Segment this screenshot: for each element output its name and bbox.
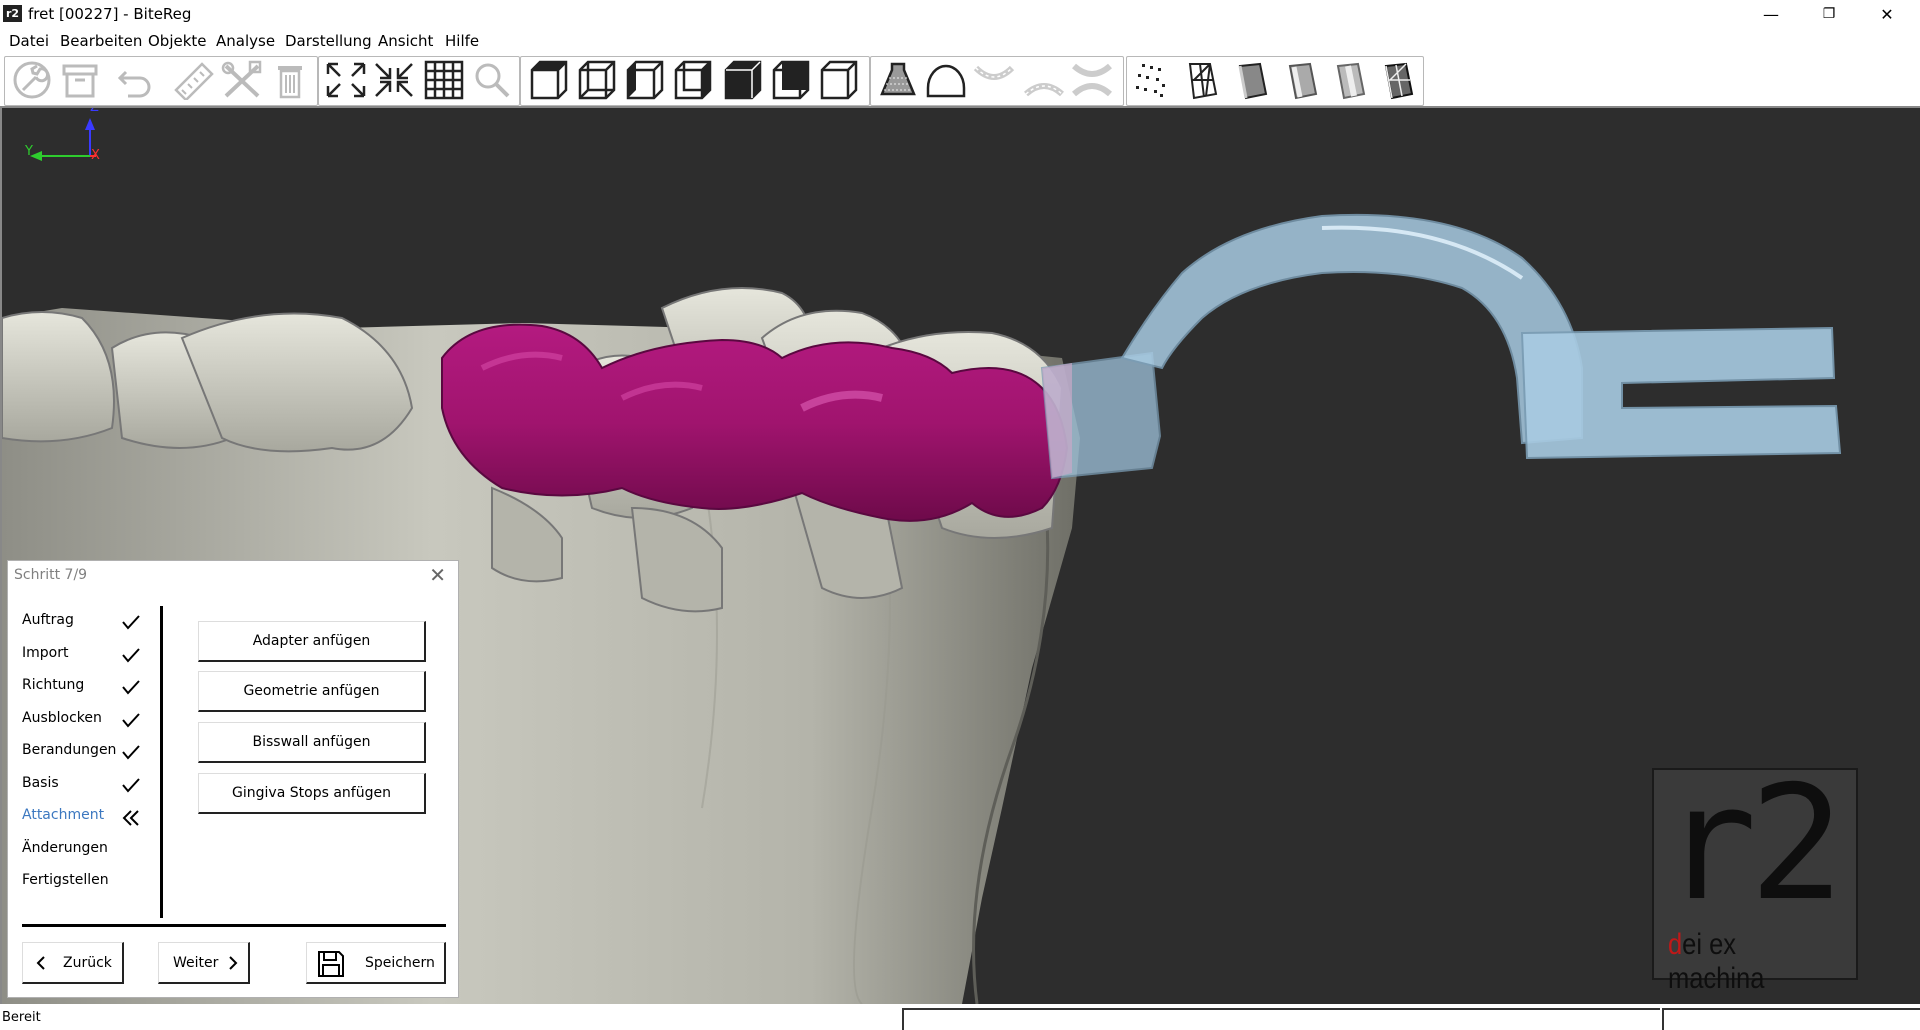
wrench-icon[interactable] — [10, 60, 54, 100]
menu-analyse[interactable]: Analyse — [216, 32, 275, 50]
axis-x-label: X — [91, 148, 100, 163]
grid-icon[interactable] — [422, 60, 466, 100]
view-top-icon[interactable] — [720, 60, 764, 100]
menu-bar: Datei Bearbeiten Objekte Analyse Darstel… — [0, 29, 1920, 54]
check-icon — [122, 745, 140, 760]
wizard-divider-vertical — [160, 606, 163, 918]
undo-icon[interactable] — [114, 60, 158, 100]
minimize-button[interactable]: — — [1742, 0, 1800, 29]
shade-icon[interactable] — [876, 60, 920, 100]
view-front-icon[interactable] — [526, 60, 570, 100]
check-icon — [122, 713, 140, 728]
close-button[interactable]: ✕ — [1858, 0, 1916, 29]
step-auftrag: Auftrag — [22, 612, 74, 628]
check-icon — [122, 680, 140, 695]
status-panel-1 — [902, 1008, 1660, 1030]
menu-objekte[interactable]: Objekte — [148, 32, 207, 50]
step-attachment: Attachment — [22, 807, 105, 823]
check-icon — [122, 648, 140, 663]
gingiva-stops-add-button[interactable]: Gingiva Stops anfügen — [198, 773, 426, 814]
step-import: Import — [22, 645, 69, 661]
both-jaws-icon[interactable] — [1070, 60, 1114, 100]
ruler-icon[interactable] — [172, 60, 216, 102]
cylinder-wire-icon[interactable] — [1376, 60, 1420, 100]
back-label: Zurück — [63, 955, 112, 971]
r2-logo: r2 dei ex machina — [1652, 752, 1858, 995]
save-button[interactable]: Speichern — [306, 942, 446, 984]
logo-subtext: dei ex machina — [1668, 928, 1765, 995]
menu-datei[interactable]: Datei — [9, 32, 49, 50]
view-iso-icon[interactable] — [816, 60, 860, 100]
floppy-disk-icon — [318, 951, 344, 977]
geometry-add-button[interactable]: Geometrie anfügen — [198, 671, 426, 712]
zoom-fit-icon[interactable] — [324, 60, 368, 100]
menu-darstellung[interactable]: Darstellung — [285, 32, 372, 50]
points-icon[interactable] — [1130, 60, 1174, 100]
back-button[interactable]: Zurück — [22, 942, 124, 984]
step-basis: Basis — [22, 775, 59, 791]
step-berandungen: Berandungen — [22, 742, 117, 758]
tools-icon[interactable] — [220, 60, 264, 100]
double-chevron-left-icon — [122, 810, 139, 826]
cylinder-smooth-icon[interactable] — [1280, 60, 1324, 100]
status-bar: Bereit — [0, 1004, 1920, 1030]
view-right-icon[interactable] — [670, 60, 714, 100]
wizard-title: Schritt 7/9 — [14, 567, 88, 583]
bite-wall-add-button[interactable]: Bisswall anfügen — [198, 722, 426, 763]
wizard-divider-horizontal — [22, 924, 446, 927]
title-bar: r2 fret [00227] - BiteReg — ❐ ✕ — [0, 0, 1920, 29]
menu-bearbeiten[interactable]: Bearbeiten — [60, 32, 142, 50]
status-panel-2 — [1662, 1008, 1920, 1030]
chevron-left-icon — [36, 956, 45, 970]
toolbar — [0, 54, 1920, 107]
adapter-add-button[interactable]: Adapter anfügen — [198, 621, 426, 662]
trash-icon[interactable] — [268, 60, 312, 100]
logo-main-text: r2 — [1662, 752, 1844, 936]
next-button[interactable]: Weiter — [158, 942, 250, 984]
check-icon — [122, 778, 140, 793]
save-label: Speichern — [365, 955, 435, 971]
step-aenderungen: Änderungen — [22, 840, 108, 856]
adapter-model — [1040, 213, 1842, 480]
menu-hilfe[interactable]: Hilfe — [445, 32, 479, 50]
chevron-right-icon — [229, 956, 238, 970]
app-logo-icon: r2 — [3, 5, 22, 22]
menu-ansicht[interactable]: Ansicht — [378, 32, 433, 50]
axis-y-label: Y — [25, 144, 33, 159]
view-back-icon[interactable] — [574, 60, 618, 100]
lower-jaw-icon[interactable] — [1022, 60, 1066, 100]
dome-icon[interactable] — [924, 60, 968, 100]
step-ausblocken: Ausblocken — [22, 710, 102, 726]
next-label: Weiter — [173, 955, 219, 971]
cylinder-solid-icon[interactable] — [1328, 60, 1372, 100]
archive-icon[interactable] — [58, 60, 102, 100]
step-richtung: Richtung — [22, 677, 85, 693]
step-fertigstellen: Fertigstellen — [22, 872, 109, 888]
cylinder-icon[interactable] — [1230, 60, 1274, 100]
close-icon[interactable]: ✕ — [429, 563, 446, 587]
mesh-icon[interactable] — [1180, 60, 1224, 100]
axis-z-label: Z — [90, 106, 99, 115]
check-icon — [122, 615, 140, 630]
magnifier-icon[interactable] — [470, 60, 514, 100]
zoom-in-icon[interactable] — [372, 60, 416, 100]
axis-gizmo — [30, 118, 96, 161]
view-left-icon[interactable] — [622, 60, 666, 100]
upper-jaw-icon[interactable] — [972, 60, 1016, 100]
wizard-panel: Schritt 7/9 ✕ Auftrag Import Richtung Au… — [7, 560, 459, 998]
restore-button[interactable]: ❐ — [1800, 0, 1858, 29]
window-title: fret [00227] - BiteReg — [28, 5, 192, 23]
view-bottom-icon[interactable] — [768, 60, 812, 100]
status-text: Bereit — [2, 1010, 41, 1025]
